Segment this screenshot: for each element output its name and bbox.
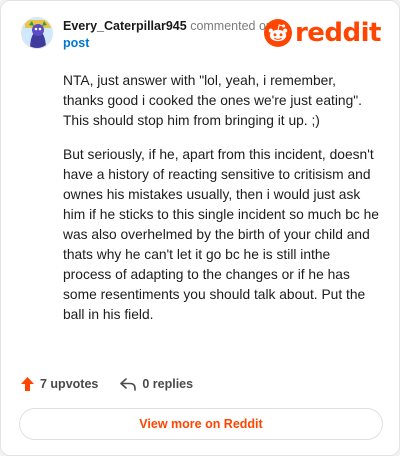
avatar-image [22,18,52,48]
reddit-wordmark: reddit [294,18,382,48]
comment-paragraph: But seriously, if he, apart from this in… [63,147,379,322]
comment-paragraph: NTA, just answer with "lol, yeah, i reme… [63,73,362,128]
post-link[interactable]: post [63,36,89,50]
replies-count: 0 replies [142,377,194,391]
upvotes-stat[interactable]: 7 upvotes [21,377,98,391]
comment-footer: 7 upvotes 0 replies [21,373,193,395]
reddit-logo[interactable]: reddit [263,18,382,48]
upvotes-count: 7 upvotes [40,377,99,391]
comment-meta: Every_Caterpillar945 commented on post [63,18,273,52]
embedded-comment-card: Every_Caterpillar945 commented on post r… [0,0,400,456]
comment-header: Every_Caterpillar945 commented on post r… [21,13,382,53]
replies-stat[interactable]: 0 replies [120,377,193,391]
comment-action-text: commented on [190,19,273,33]
upvote-arrow-icon [21,377,34,391]
view-more-button[interactable]: View more on Reddit [19,408,383,440]
user-avatar[interactable] [21,17,53,49]
reddit-snoo-icon [263,19,292,47]
username-link[interactable]: Every_Caterpillar945 [63,19,187,33]
comment-body: NTA, just answer with "lol, yeah, i reme… [63,71,379,339]
reply-arrow-icon [120,377,137,391]
